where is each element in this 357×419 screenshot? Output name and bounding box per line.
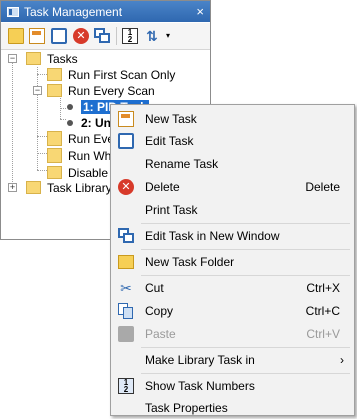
folder-icon: [26, 52, 41, 65]
tree-item-tasks[interactable]: Tasks: [26, 50, 78, 67]
context-menu: New Task Edit Task Rename Task ✕ Delete …: [110, 104, 355, 416]
menu-item-label: Cut: [145, 281, 164, 295]
folder-icon: [47, 68, 62, 81]
menu-item-task-properties[interactable]: Task Properties: [113, 397, 352, 419]
collapse-toggle[interactable]: −: [8, 54, 17, 63]
menu-item-label: Rename Task: [145, 157, 219, 171]
menu-item-label: New Task: [145, 112, 197, 126]
new-task-button[interactable]: [29, 28, 45, 44]
panel-title: Task Management: [24, 4, 123, 19]
menu-item-label: Edit Task in New Window: [145, 229, 280, 243]
menu-item-label: Edit Task: [145, 134, 194, 148]
menu-item-paste: Paste Ctrl+V: [113, 323, 352, 345]
tree-connector: [60, 119, 66, 120]
menu-item-edit-in-new-window[interactable]: Edit Task in New Window: [113, 225, 352, 247]
close-icon[interactable]: ×: [196, 5, 204, 18]
expand-toggle[interactable]: +: [8, 183, 17, 192]
folder-icon: [47, 131, 62, 146]
menu-item-new-task-folder[interactable]: New Task Folder: [113, 251, 352, 273]
panel-titlebar: Task Management ×: [1, 1, 210, 22]
menu-item-label: Paste: [145, 327, 176, 341]
menu-item-label: Print Task: [145, 203, 198, 217]
folder-icon: [47, 148, 62, 163]
folder-icon: [118, 255, 134, 269]
tree-connector: [37, 74, 47, 75]
tree-connector: [37, 153, 47, 154]
sort-button[interactable]: ⇅: [144, 28, 160, 44]
task-numbers-icon: 1 2: [118, 378, 134, 394]
task-bullet-icon: [67, 119, 73, 126]
new-window-icon: [118, 228, 134, 244]
menu-item-label: Copy: [145, 304, 174, 318]
chevron-right-icon: ›: [340, 353, 344, 367]
menu-item-rename-task[interactable]: Rename Task: [113, 153, 352, 175]
tree-item-run-every-scan[interactable]: Run Every Scan: [47, 82, 155, 99]
tree-connector: [37, 67, 38, 170]
folder-icon: [26, 181, 41, 194]
menu-item-cut[interactable]: ✂ Cut Ctrl+X: [113, 277, 352, 299]
tree-connector: [37, 136, 47, 137]
menu-item-label: Show Task Numbers: [145, 379, 255, 393]
menu-item-shortcut: Ctrl+X: [306, 281, 340, 295]
menu-item-label: Task Properties: [145, 401, 228, 415]
panel-window-icon: [7, 6, 19, 17]
panel-toolbar: ✕ 1 2 ⇅ ▾: [1, 23, 210, 50]
menu-separator: [141, 347, 350, 348]
new-task-icon: [118, 111, 134, 127]
cut-icon: ✂: [120, 280, 132, 296]
toolbar-separator: [116, 27, 117, 45]
tree-item-task-2[interactable]: 2: Un: [67, 114, 111, 131]
menu-item-shortcut: Delete: [305, 180, 340, 194]
collapse-toggle[interactable]: −: [33, 86, 42, 95]
menu-item-show-task-numbers[interactable]: 1 2 Show Task Numbers: [113, 375, 352, 397]
tree-item-label: 2: Un: [81, 115, 111, 130]
menu-item-label: Make Library Task in: [145, 353, 255, 367]
menu-item-edit-task[interactable]: Edit Task: [113, 130, 352, 152]
paste-icon: [118, 326, 134, 342]
copy-icon: [118, 303, 134, 319]
menu-item-print-task[interactable]: Print Task: [113, 199, 352, 221]
menu-item-delete[interactable]: ✕ Delete Delete: [113, 176, 352, 198]
tree-connector: [60, 108, 66, 109]
folder-icon: [47, 84, 62, 97]
menu-item-make-library-task[interactable]: Make Library Task in ›: [113, 349, 352, 371]
edit-task-button[interactable]: [51, 28, 67, 44]
new-folder-button[interactable]: [8, 28, 24, 44]
task-bullet-icon: [67, 103, 73, 110]
edit-task-icon: [118, 133, 134, 149]
menu-separator: [141, 373, 350, 374]
menu-separator: [141, 223, 350, 224]
show-task-numbers-button[interactable]: 1 2: [122, 28, 138, 44]
menu-item-label: New Task Folder: [145, 255, 235, 269]
chevron-down-icon[interactable]: ▾: [166, 28, 176, 44]
folder-icon: [47, 166, 62, 179]
menu-item-shortcut: Ctrl+C: [305, 304, 340, 318]
tree-item-label: Task Library: [47, 180, 112, 195]
menu-item-shortcut: Ctrl+V: [306, 327, 340, 341]
menu-separator: [141, 275, 350, 276]
delete-button[interactable]: ✕: [73, 28, 89, 44]
delete-icon: ✕: [118, 179, 134, 195]
tree-item-run-first-scan-only[interactable]: Run First Scan Only: [47, 66, 175, 83]
menu-separator: [141, 249, 350, 250]
menu-item-new-task[interactable]: New Task: [113, 108, 352, 130]
tree-item-label: Run First Scan Only: [68, 67, 176, 82]
tree-item-label: Run Every Scan: [68, 83, 155, 98]
tree-connector: [12, 60, 13, 188]
tree-connector: [37, 170, 47, 171]
edit-in-new-window-button[interactable]: [94, 28, 110, 44]
menu-item-copy[interactable]: Copy Ctrl+C: [113, 300, 352, 322]
tree-item-task-library[interactable]: Task Library: [26, 179, 112, 196]
menu-item-label: Delete: [145, 180, 180, 194]
tree-item-label: Tasks: [47, 51, 78, 66]
